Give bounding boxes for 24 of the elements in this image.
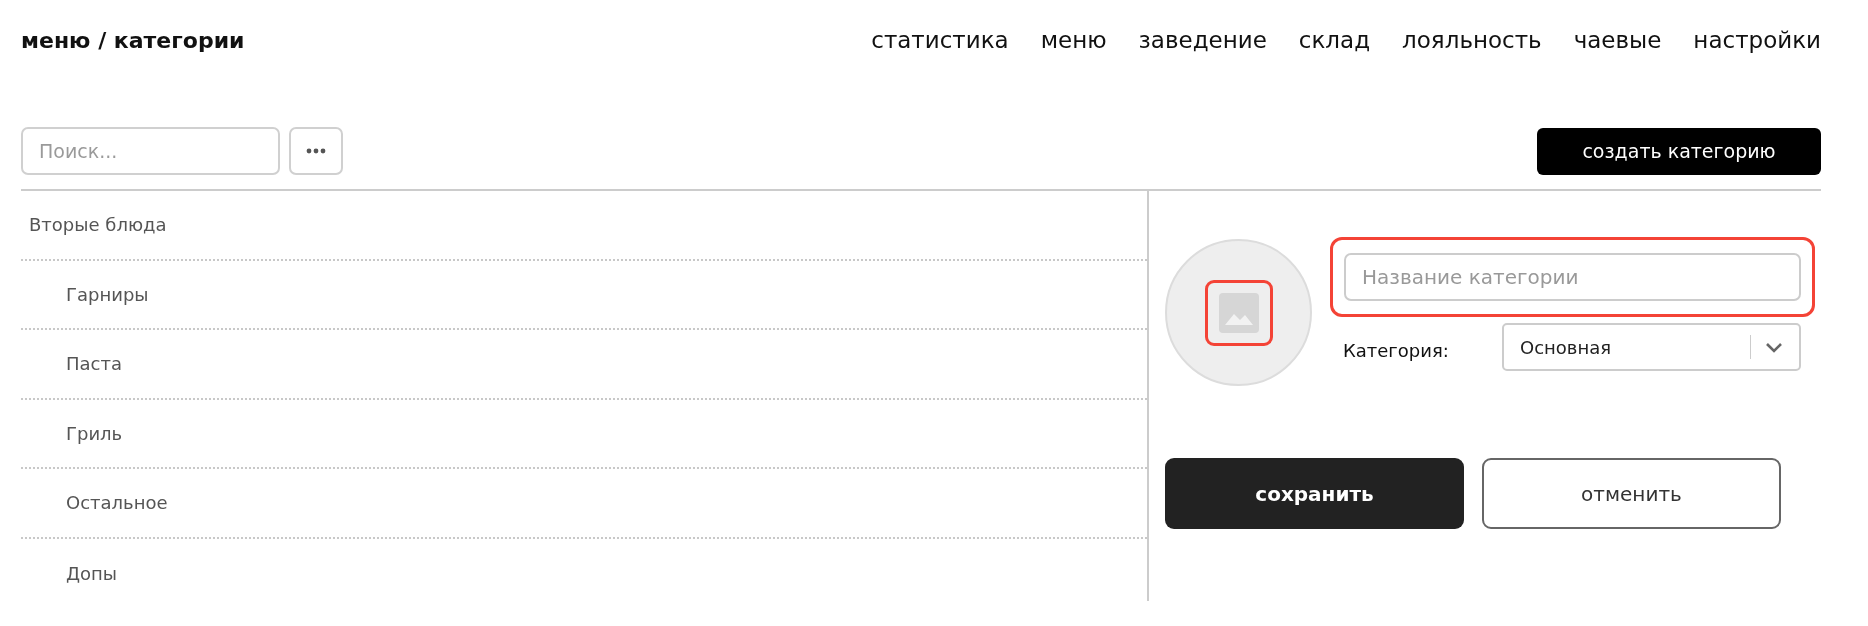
category-select[interactable]: Основная <box>1502 323 1801 371</box>
create-category-button[interactable]: создать категорию <box>1537 127 1821 175</box>
cancel-button[interactable]: отменить <box>1482 458 1781 529</box>
nav-link[interactable]: меню <box>1040 27 1107 53</box>
more-icon <box>306 148 326 154</box>
nav-link[interactable]: склад <box>1298 27 1371 53</box>
save-button[interactable]: сохранить <box>1165 458 1464 529</box>
category-item[interactable]: Допы <box>66 562 118 584</box>
category-item[interactable]: Паста <box>66 353 122 375</box>
category-name-field[interactable]: Название категории <box>1344 253 1801 301</box>
nav-link[interactable]: заведение <box>1138 27 1267 53</box>
nav-link[interactable]: настройки <box>1693 27 1821 53</box>
category-item[interactable]: Вторые блюда <box>29 214 167 236</box>
nav-link[interactable]: статистика <box>871 27 1009 53</box>
category-item[interactable]: Гарниры <box>66 283 149 305</box>
search-field[interactable]: Поиск... <box>21 127 280 175</box>
category-item[interactable]: Гриль <box>66 422 123 444</box>
category-item[interactable]: Остальное <box>66 492 168 514</box>
category-label: Категория: <box>1343 339 1450 361</box>
nav-link[interactable]: чаевые <box>1573 27 1662 53</box>
chevron-down-icon <box>1765 341 1783 353</box>
image-icon <box>1218 292 1259 333</box>
nav-link[interactable]: лояльность <box>1402 27 1542 53</box>
page-title: меню / категории <box>21 27 245 53</box>
